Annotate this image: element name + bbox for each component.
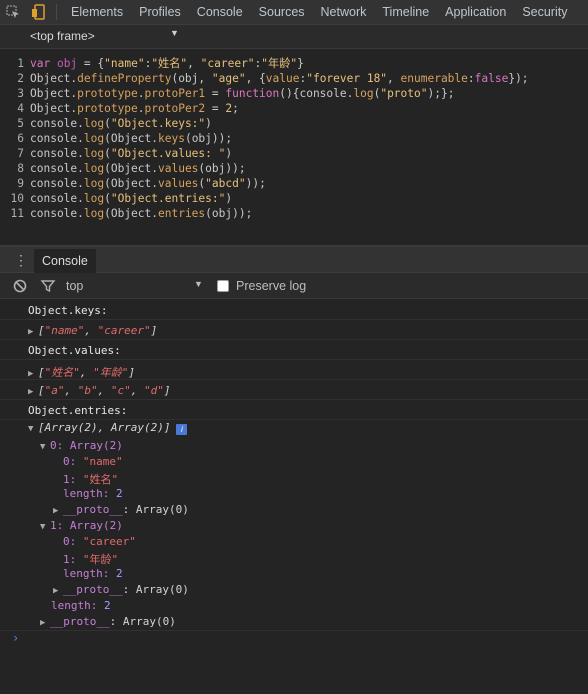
code-line: 4 Object.prototype.protoPer2 = 2; [17,102,239,115]
log-row[interactable]: ▶ ["姓名", "年龄"] [0,360,588,380]
code-line: 6 console.log(Object.keys(obj)); [17,132,233,145]
tab-security[interactable]: Security [514,0,575,24]
code-line: 10 console.log("Object.entries:") [10,192,233,205]
context-select[interactable]: top [66,279,83,293]
tree-node[interactable]: ▼ 1: Array(2) [0,518,588,534]
frame-bar: <top frame> ▼ [0,25,588,49]
log-row: Object.entries: [0,400,588,420]
devtools-tabbar: Elements Profiles Console Sources Networ… [0,0,588,25]
expand-arrow-icon: ▶ [53,506,59,516]
expand-arrow-icon: ▶ [28,387,34,397]
log-row[interactable]: ▶ ["a", "b", "c", "d"] [0,380,588,400]
info-icon: i [176,424,188,435]
console-prompt[interactable]: › [0,631,588,651]
code-line: 8 console.log(Object.values(obj)); [17,162,246,175]
filter-icon[interactable] [40,278,56,294]
tree-leaf: 0: "career" [63,535,136,548]
drawer-tab-console[interactable]: Console [34,249,96,273]
expand-arrow-icon: ▶ [40,618,46,628]
tree-leaf: 0: "name" [63,455,123,468]
console-output: Object.keys: ▶ ["name", "career"] Object.… [0,300,588,694]
code-line: 2 Object.defineProperty(obj, "age", {valu… [17,72,529,85]
tab-network[interactable]: Network [313,0,375,24]
tab-profiles[interactable]: Profiles [131,0,189,24]
chevron-down-icon[interactable]: ▼ [170,28,179,38]
tree-node[interactable]: ▼ 0: Array(2) [0,438,588,454]
tree-leaf: 1: "年龄" [63,553,119,566]
inspect-icon[interactable] [0,0,26,24]
clear-console-icon[interactable] [12,278,28,294]
collapse-arrow-icon: ▼ [40,442,46,452]
frame-select[interactable]: <top frame> [30,29,180,45]
code-line: 3 Object.prototype.protoPer1 = function()… [17,87,455,100]
entries-tree-root[interactable]: ▼ [Array(2), Array(2)] i [0,420,588,438]
code-line: 5 console.log("Object.keys:") [17,117,212,130]
log-row: Object.keys: [0,300,588,320]
log-row[interactable]: ▶ ["name", "career"] [0,320,588,340]
expand-arrow-icon: ▶ [28,327,34,337]
device-icon[interactable] [26,0,52,24]
preserve-log-checkbox[interactable] [217,280,229,292]
code-line: 9 console.log(Object.values("abcd")); [17,177,266,190]
tab-timeline[interactable]: Timeline [374,0,437,24]
drawer-tabbar: ⋮ Console [0,247,588,273]
snippet-editor[interactable]: 1 var obj = {"name":"姓名", "career":"年龄"} … [0,50,588,245]
console-toolbar: top ▼ Preserve log [0,273,588,299]
tree-node[interactable]: ▶ __proto__: Array(0) [0,582,588,598]
collapse-arrow-icon: ▼ [40,522,46,532]
toolbar-divider [56,4,57,20]
tree-leaf: 1: "姓名" [63,473,119,486]
tree-node[interactable]: ▶ __proto__: Array(0) [0,614,588,631]
code-line: 11 console.log(Object.entries(obj)); [10,207,253,220]
more-options-icon[interactable]: ⋮ [14,253,28,269]
tab-elements[interactable]: Elements [63,0,131,24]
code-line: 7 console.log("Object.values: ") [17,147,233,160]
prompt-icon: › [12,631,20,645]
code-line: 1 var obj = {"name":"姓名", "career":"年龄"} [17,57,304,70]
collapse-arrow-icon: ▼ [28,424,34,434]
tree-leaf: length: 2 [63,487,123,500]
preserve-log-label: Preserve log [236,279,307,293]
expand-arrow-icon: ▶ [28,369,34,379]
tree-leaf: length: 2 [63,567,123,580]
tab-application[interactable]: Application [437,0,514,24]
tab-console[interactable]: Console [189,0,251,24]
tree-leaf: length: 2 [51,599,111,612]
chevron-down-icon[interactable]: ▼ [194,279,203,289]
tree-node[interactable]: ▶ __proto__: Array(0) [0,502,588,518]
tab-sources[interactable]: Sources [251,0,313,24]
log-row: Object.values: [0,340,588,360]
expand-arrow-icon: ▶ [53,586,59,596]
